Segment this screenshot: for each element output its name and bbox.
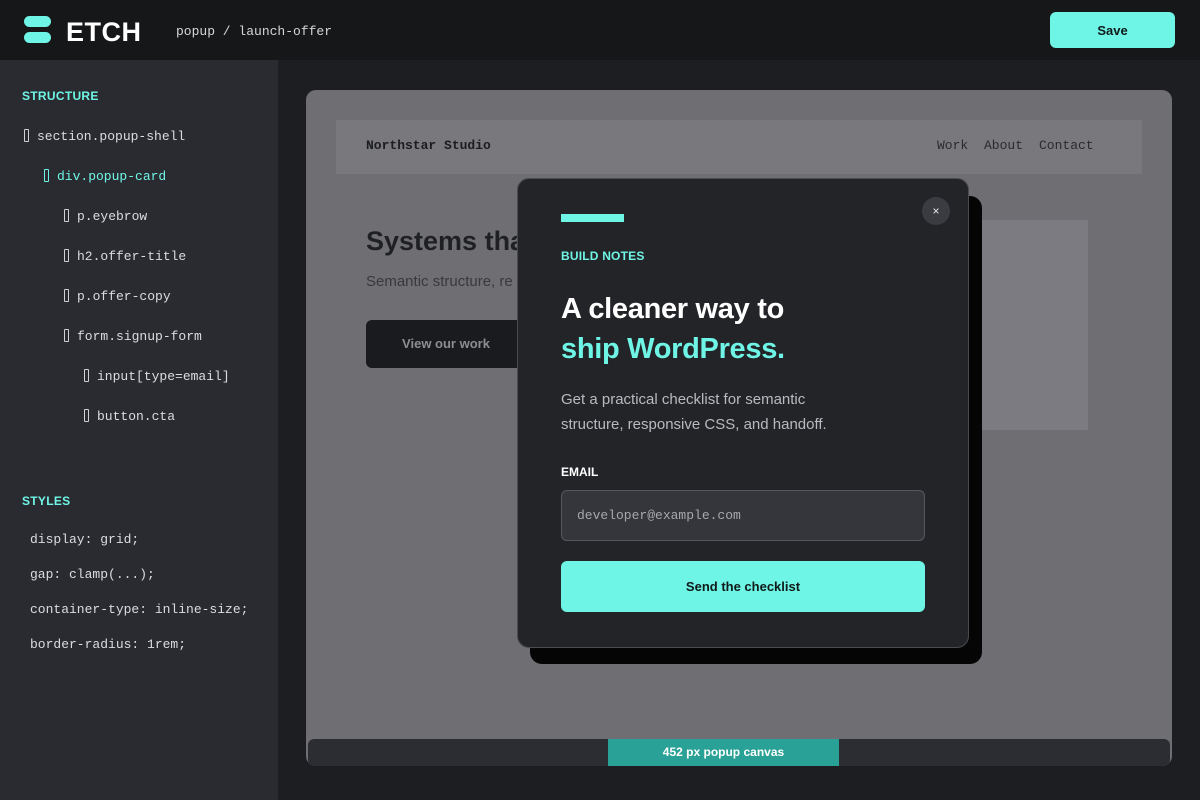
app-logo-text: ETCH	[66, 17, 142, 47]
style-declaration[interactable]: gap: clamp(...);	[30, 567, 155, 583]
popup-title-line: A cleaner way to	[561, 293, 784, 325]
email-field[interactable]	[561, 490, 925, 541]
send-checklist-button[interactable]: Send the checklist	[561, 561, 925, 612]
preview-nav-work: Work	[937, 138, 969, 153]
tree-item-label: p.eyebrow	[77, 209, 148, 224]
tree-item-popup-card[interactable]: div.popup-card	[44, 169, 166, 185]
element-box-icon	[64, 329, 69, 342]
structure-heading: STRUCTURE	[22, 89, 99, 103]
element-box-icon	[64, 289, 69, 302]
element-box-icon	[84, 369, 89, 382]
tree-item-label: button.cta	[97, 409, 176, 424]
preview-hero-copy: Semantic structure, re	[366, 273, 513, 290]
popup-title-highlight: ship WordPress.	[561, 333, 785, 365]
preview-nav-about: About	[984, 138, 1024, 153]
tree-item-signup-form[interactable]: form.signup-form	[64, 329, 202, 345]
preview-nav-contact: Contact	[1039, 138, 1094, 153]
element-box-icon	[64, 209, 69, 222]
popup-accent-bar	[561, 214, 624, 222]
popup-title: A cleaner way to ship WordPress.	[561, 289, 785, 369]
email-label: EMAIL	[561, 465, 599, 479]
close-icon[interactable]: ×	[922, 197, 950, 225]
save-button[interactable]: Save	[1050, 12, 1175, 48]
preview-hero-image	[968, 220, 1088, 430]
preview-hero-button: View our work	[366, 320, 526, 368]
styles-heading: STYLES	[22, 494, 71, 508]
tree-item-offer-title[interactable]: h2.offer-title	[64, 249, 186, 265]
popup-copy: Get a practical checklist for semantic s…	[561, 391, 827, 433]
style-declaration[interactable]: container-type: inline-size;	[30, 602, 248, 618]
element-box-icon	[24, 129, 29, 142]
canvas-width-bar: 452 px popup canvas	[308, 739, 1170, 766]
tree-item-label: section.popup-shell	[37, 129, 186, 144]
element-box-icon	[84, 409, 89, 422]
canvas-width-badge[interactable]: 452 px popup canvas	[608, 739, 839, 766]
sidebar: STRUCTURE section.popup-shell div.popup-…	[0, 60, 278, 800]
popup-eyebrow: BUILD NOTES	[561, 249, 645, 263]
popup-card: × BUILD NOTES A cleaner way to ship Word…	[517, 178, 969, 648]
tree-item-label: div.popup-card	[57, 169, 167, 184]
tree-item-eyebrow[interactable]: p.eyebrow	[64, 209, 147, 225]
element-box-icon	[44, 169, 49, 182]
element-box-icon	[64, 249, 69, 262]
preview-hero-title: Systems tha	[366, 226, 526, 256]
preview-site-header: Northstar Studio Work About Contact	[336, 120, 1142, 174]
tree-item-offer-copy[interactable]: p.offer-copy	[64, 289, 171, 305]
breadcrumb: popup / launch-offer	[176, 24, 333, 39]
preview-site-name: Northstar Studio	[366, 138, 491, 153]
tree-item-label: input[type=email]	[97, 369, 230, 384]
etch-logo-icon	[24, 16, 51, 43]
tree-item-popup-shell[interactable]: section.popup-shell	[24, 129, 185, 145]
tree-item-email-input[interactable]: input[type=email]	[84, 369, 230, 385]
tree-item-label: h2.offer-title	[77, 249, 187, 264]
style-declaration[interactable]: border-radius: 1rem;	[30, 637, 186, 653]
top-bar: ETCH popup / launch-offer Save	[0, 0, 1200, 60]
tree-item-label: p.offer-copy	[77, 289, 171, 304]
tree-item-cta-button[interactable]: button.cta	[84, 409, 175, 425]
style-declaration[interactable]: display: grid;	[30, 532, 139, 548]
tree-item-label: form.signup-form	[77, 329, 202, 344]
